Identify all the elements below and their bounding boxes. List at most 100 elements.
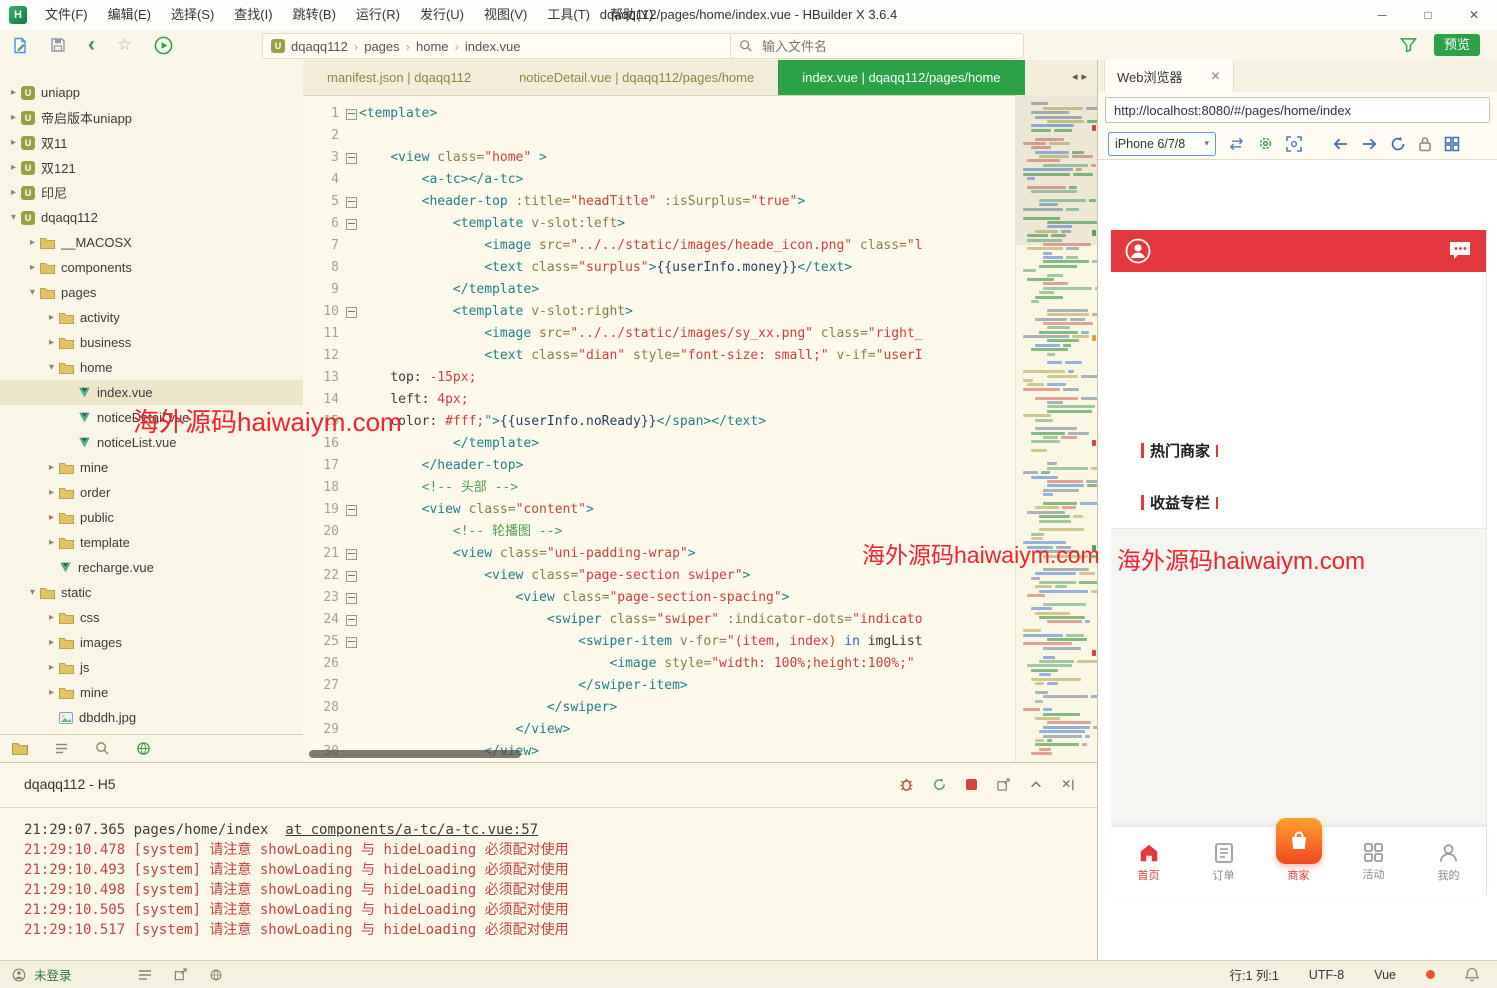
fold-icon[interactable] <box>346 197 357 208</box>
tree-expand-icon[interactable]: ▸ <box>25 237 40 248</box>
tree-expand-icon[interactable]: ▸ <box>6 162 21 173</box>
menu-item-5[interactable]: 运行(R) <box>346 0 410 30</box>
grid-view-icon[interactable] <box>1444 136 1460 152</box>
tree-item-noticeList.vue[interactable]: noticeList.vue <box>0 430 303 455</box>
back-icon[interactable]: ‹ <box>88 32 95 58</box>
tree-item-images[interactable]: ▸images <box>0 630 303 655</box>
tree-expand-icon[interactable]: ▸ <box>44 337 59 348</box>
tree-item-noticeDetail.vue[interactable]: noticeDetail.vue <box>0 405 303 430</box>
tree-expand-icon[interactable]: ▸ <box>44 612 59 623</box>
favorite-icon[interactable]: ☆ <box>117 35 132 55</box>
avatar-icon[interactable] <box>1125 238 1151 264</box>
menu-item-0[interactable]: 文件(F) <box>35 0 98 30</box>
bell-icon[interactable] <box>1465 967 1479 982</box>
tree-item-js[interactable]: ▸js <box>0 655 303 680</box>
bug-icon[interactable] <box>899 777 914 792</box>
tree-item-帝启版本uniapp[interactable]: ▸U帝启版本uniapp <box>0 105 303 130</box>
tree-item-__MACOSX[interactable]: ▸__MACOSX <box>0 230 303 255</box>
tree-expand-icon[interactable]: ▸ <box>6 112 21 123</box>
tree-collapse-icon[interactable]: ▾ <box>25 587 40 598</box>
fold-icon[interactable] <box>346 505 357 516</box>
tree-item-dqaqq112[interactable]: ▾Udqaqq112 <box>0 205 303 230</box>
minimap[interactable] <box>1015 95 1097 762</box>
cursor-position[interactable]: 行:1 列:1 <box>1229 965 1278 984</box>
horizontal-scrollbar[interactable] <box>309 750 521 758</box>
tree-expand-icon[interactable]: ▸ <box>6 137 21 148</box>
tree-item-recharge.vue[interactable]: recharge.vue <box>0 555 303 580</box>
url-input[interactable] <box>1105 97 1490 123</box>
run-icon[interactable] <box>154 36 173 55</box>
device-select[interactable]: iPhone 6/7/8 ▾ <box>1108 132 1216 156</box>
tree-collapse-icon[interactable]: ▾ <box>25 287 40 298</box>
fold-icon[interactable] <box>346 307 357 318</box>
app-tab-订单[interactable]: 订单 <box>1186 827 1261 897</box>
save-icon[interactable] <box>50 37 66 53</box>
message-icon[interactable] <box>1448 240 1472 262</box>
file-search-box[interactable] <box>730 33 1024 59</box>
app-tab-活动[interactable]: 活动 <box>1336 827 1411 897</box>
close-panel-icon[interactable] <box>1061 778 1075 792</box>
tab-next-icon[interactable]: ▸ <box>1081 71 1091 83</box>
tree-item-activity[interactable]: ▸activity <box>0 305 303 330</box>
globe-icon[interactable] <box>136 741 151 756</box>
minimap-viewport[interactable] <box>1016 95 1097 245</box>
collapse-panel-icon[interactable] <box>1029 778 1043 792</box>
fold-icon[interactable] <box>346 615 357 626</box>
app-tab-我的[interactable]: 我的 <box>1411 827 1486 897</box>
tree-expand-icon[interactable]: ▸ <box>44 662 59 673</box>
tree-item-mine[interactable]: ▸mine <box>0 455 303 480</box>
search-panel-icon[interactable] <box>95 741 110 756</box>
outline-icon[interactable] <box>54 742 69 755</box>
editor-tab-1[interactable]: noticeDetail.vue | dqaqq112/pages/home <box>495 60 778 95</box>
minimize-button[interactable]: ─ <box>1359 0 1405 30</box>
tree-item-pages[interactable]: ▾pages <box>0 280 303 305</box>
stop-icon[interactable] <box>965 778 978 791</box>
code-area[interactable]: 1<template>23 <view class="home" >4 <a-t… <box>303 95 1015 762</box>
tree-item-public[interactable]: ▸public <box>0 505 303 530</box>
account-icon[interactable] <box>12 968 26 982</box>
tree-item-home[interactable]: ▾home <box>0 355 303 380</box>
app-tab-商家[interactable]: 商家 <box>1261 827 1336 897</box>
tree-item-order[interactable]: ▸order <box>0 480 303 505</box>
tree-item-uniapp[interactable]: ▸Uuniapp <box>0 80 303 105</box>
lock-icon[interactable] <box>1418 136 1432 152</box>
notification-dot-icon[interactable] <box>1426 970 1435 979</box>
gear-icon[interactable] <box>1257 135 1274 152</box>
tree-item-dbddh.jpg[interactable]: dbddh.jpg <box>0 705 303 730</box>
tree-expand-icon[interactable]: ▸ <box>44 312 59 323</box>
tab-scroll-arrows[interactable]: ◂▸ <box>1072 60 1091 95</box>
tree-collapse-icon[interactable]: ▾ <box>6 212 21 223</box>
nav-forward-icon[interactable] <box>1361 137 1378 151</box>
file-search-input[interactable] <box>760 38 984 55</box>
folder-panel-icon[interactable] <box>12 742 28 755</box>
editor-tab-2[interactable]: index.vue | dqaqq112/pages/home <box>778 60 1024 95</box>
tree-expand-icon[interactable]: ▸ <box>44 687 59 698</box>
tree-expand-icon[interactable]: ▸ <box>25 262 40 273</box>
tree-item-index.vue[interactable]: index.vue <box>0 380 303 405</box>
tree-item-components[interactable]: ▸components <box>0 255 303 280</box>
close-button[interactable]: ✕ <box>1451 0 1497 30</box>
tree-item-business[interactable]: ▸business <box>0 330 303 355</box>
tree-expand-icon[interactable]: ▸ <box>44 512 59 523</box>
editor-tab-0[interactable]: manifest.json | dqaqq112 <box>303 60 495 95</box>
refresh-icon[interactable] <box>1390 136 1406 152</box>
tree-item-static[interactable]: ▾static <box>0 580 303 605</box>
menu-item-7[interactable]: 视图(V) <box>474 0 537 30</box>
tree-item-css[interactable]: ▸css <box>0 605 303 630</box>
login-status[interactable]: 未登录 <box>34 965 72 984</box>
tree-expand-icon[interactable]: ▸ <box>44 637 59 648</box>
task-list-icon[interactable] <box>138 969 152 981</box>
filter-icon[interactable] <box>1400 37 1417 53</box>
menu-item-8[interactable]: 工具(T) <box>537 0 600 30</box>
fold-icon[interactable] <box>346 571 357 582</box>
tree-item-双11[interactable]: ▸U双11 <box>0 130 303 155</box>
tree-expand-icon[interactable]: ▸ <box>44 462 59 473</box>
syntax-indicator[interactable]: Vue <box>1374 968 1396 982</box>
tree-item-mine[interactable]: ▸mine <box>0 680 303 705</box>
console-tab[interactable]: dqaqq112 - H5 <box>24 776 116 792</box>
tree-expand-icon[interactable]: ▸ <box>6 87 21 98</box>
tree-item-印尼[interactable]: ▸U印尼 <box>0 180 303 205</box>
app-tab-首页[interactable]: 首页 <box>1111 827 1186 897</box>
fold-icon[interactable] <box>346 637 357 648</box>
encoding-indicator[interactable]: UTF-8 <box>1309 968 1344 982</box>
